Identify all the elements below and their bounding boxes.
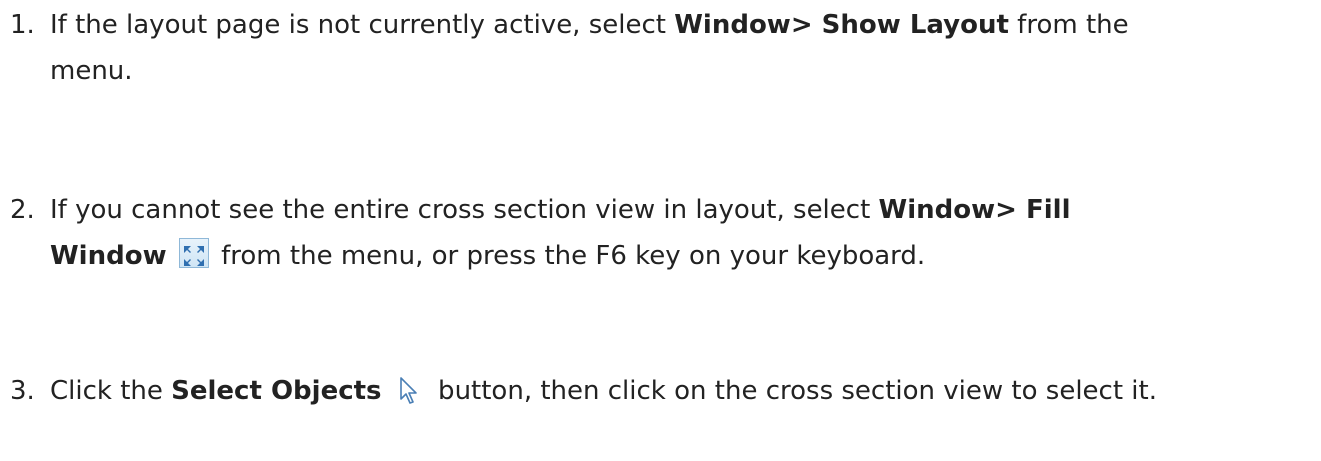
step-text: If you cannot see the entire cross secti… (50, 195, 879, 225)
select-objects-cursor-icon (396, 374, 424, 404)
menu-path: Window> Show Layout (674, 10, 1009, 40)
step-3: 3. Click the Select Objects button, then … (10, 368, 1310, 414)
menu-path: Window> Fill (878, 195, 1071, 225)
fill-window-icon (178, 238, 209, 268)
step-text: button, then click on the cross section … (429, 376, 1157, 406)
step-number: 2. (10, 195, 35, 225)
step-number: 1. (10, 10, 35, 40)
step-text: Click the (50, 376, 172, 406)
step-1: 1. If the layout page is not currently ac… (10, 2, 1310, 94)
tool-name: Select Objects (171, 376, 382, 406)
step-2: 2. If you cannot see the entire cross sec… (10, 187, 1310, 279)
step-text: from the menu, or press the F6 key on yo… (212, 241, 926, 271)
step-text: from the (1008, 10, 1129, 40)
step-text: menu. (50, 56, 133, 86)
step-number: 3. (10, 376, 35, 406)
menu-path-continued: Window (50, 241, 167, 271)
step-text: If the layout page is not currently acti… (50, 10, 675, 40)
